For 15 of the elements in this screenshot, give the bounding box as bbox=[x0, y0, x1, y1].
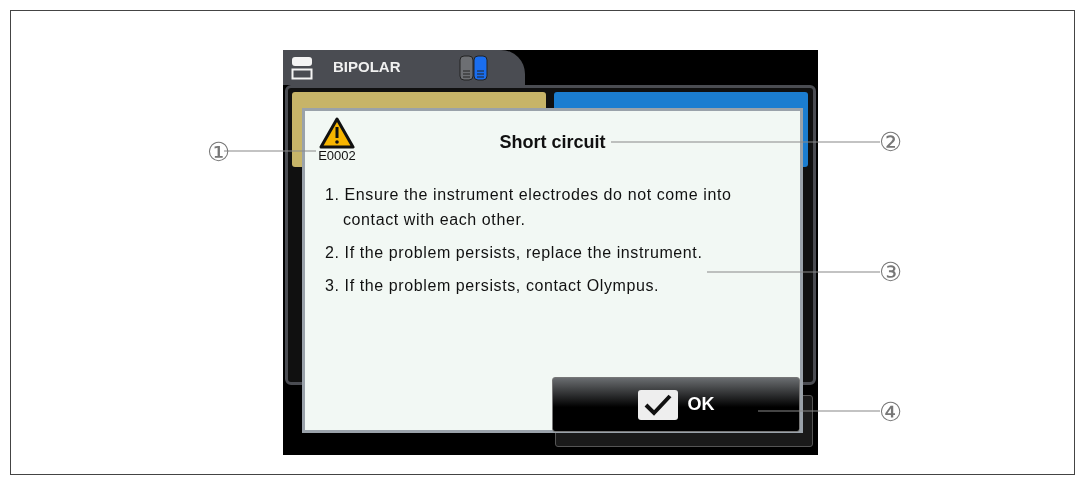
mode-icon bbox=[291, 55, 313, 80]
ok-button[interactable]: OK bbox=[552, 377, 800, 432]
callout-number: ③ bbox=[879, 259, 903, 285]
instruction-step: 3. If the problem persists, contact Olympus. bbox=[325, 273, 735, 298]
error-code: E0002 bbox=[318, 149, 356, 162]
electrode-icon bbox=[458, 54, 489, 81]
callout-number: ④ bbox=[879, 399, 903, 425]
instruction-step: 1. Ensure the instrument electrodes do not come into contact with each other. bbox=[325, 182, 735, 232]
mode-label: BIPOLAR bbox=[333, 57, 401, 78]
dialog-title: Short circuit bbox=[499, 131, 606, 154]
callout-number: ① bbox=[207, 139, 231, 165]
instruction-step: 2. If the problem persists, replace the instrument. bbox=[325, 240, 735, 265]
checkmark-icon bbox=[637, 389, 678, 420]
warning-icon bbox=[319, 117, 355, 149]
callout-number: ② bbox=[879, 129, 903, 155]
